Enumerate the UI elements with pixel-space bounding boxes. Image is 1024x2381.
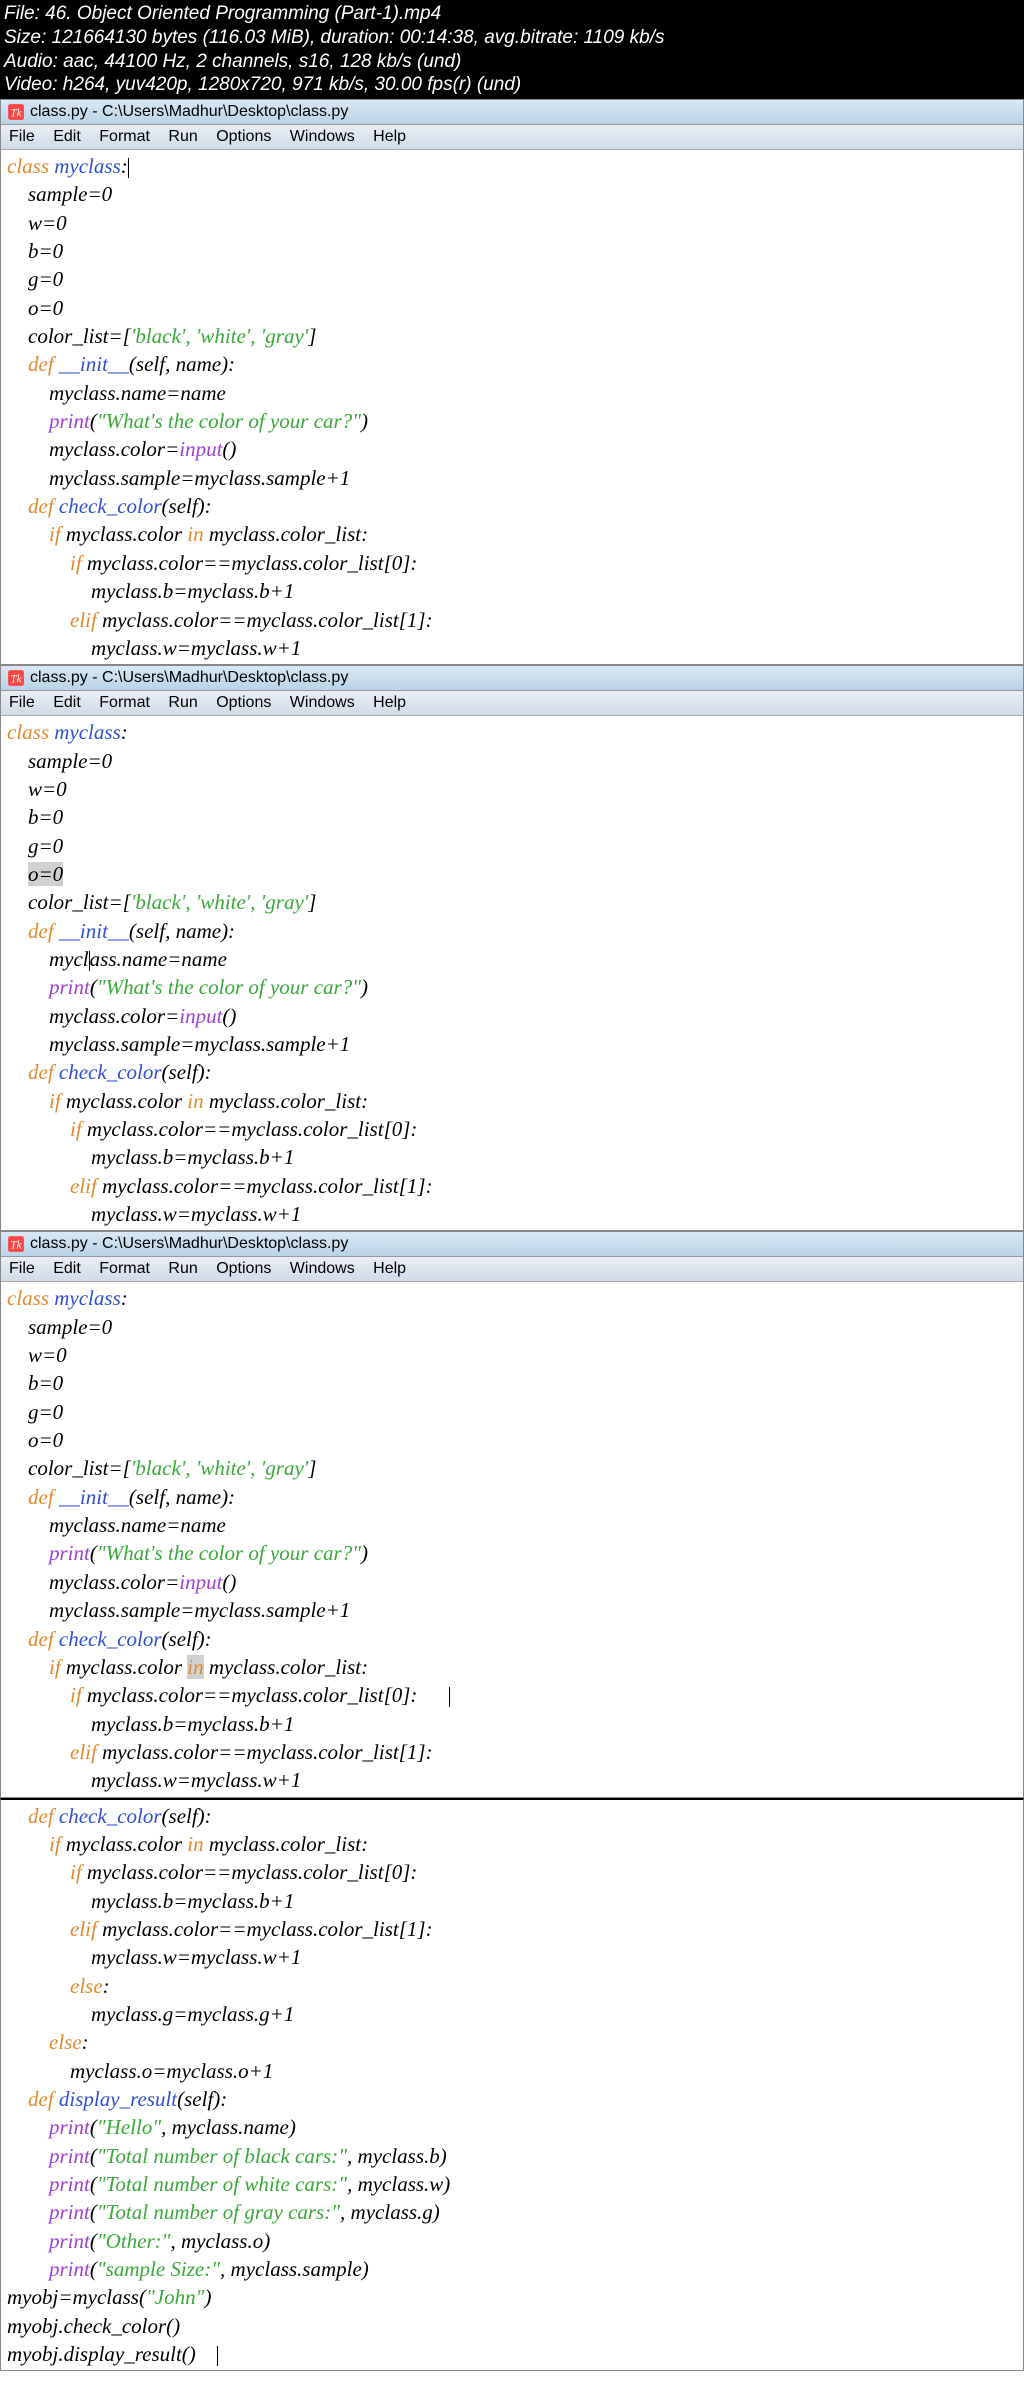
menu-bar[interactable]: File Edit Format Run Options Windows Hel… [1,1257,1023,1282]
menu-run[interactable]: Run [168,1260,197,1277]
menu-edit[interactable]: Edit [53,694,81,711]
menu-options[interactable]: Options [216,1260,271,1277]
svg-text:Tk: Tk [10,1240,22,1252]
text-cursor [449,1687,450,1707]
info-line-audio: Audio: aac, 44100 Hz, 2 channels, s16, 1… [4,50,1020,74]
menu-bar[interactable]: File Edit Format Run Options Windows Hel… [1,691,1023,716]
menu-options[interactable]: Options [216,128,271,145]
svg-text:Tk: Tk [10,674,22,686]
menu-help[interactable]: Help [373,128,406,145]
menu-help[interactable]: Help [373,1260,406,1277]
python-idle-icon: Tk [7,669,25,687]
menu-file[interactable]: File [9,1260,35,1277]
svg-text:Tk: Tk [10,108,22,120]
title-bar[interactable]: Tk class.py - C:\Users\Madhur\Desktop\cl… [1,100,1023,125]
window-title: class.py - C:\Users\Madhur\Desktop\class… [30,669,348,687]
menu-edit[interactable]: Edit [53,1260,81,1277]
menu-windows[interactable]: Windows [290,128,355,145]
python-idle-icon: Tk [7,103,25,121]
menu-windows[interactable]: Windows [290,1260,355,1277]
code-editor-4[interactable]: def check_color(self): if myclass.color … [1,1800,1023,2371]
idle-window-2: Tk class.py - C:\Users\Madhur\Desktop\cl… [0,665,1024,1231]
menu-file[interactable]: File [9,694,35,711]
idle-window-3: Tk class.py - C:\Users\Madhur\Desktop\cl… [0,1231,1024,1797]
python-idle-icon: Tk [7,1235,25,1253]
menu-format[interactable]: Format [99,1260,150,1277]
menu-run[interactable]: Run [168,694,197,711]
menu-options[interactable]: Options [216,694,271,711]
menu-format[interactable]: Format [99,694,150,711]
code-editor-3[interactable]: class myclass: sample=0 w=0 b=0 g=0 o=0 … [1,1282,1023,1796]
selected-text: in [187,1655,203,1679]
code-editor-2[interactable]: class myclass: sample=0 w=0 b=0 g=0 o=0 … [1,716,1023,1230]
menu-format[interactable]: Format [99,128,150,145]
window-title: class.py - C:\Users\Madhur\Desktop\class… [30,103,348,121]
window-title: class.py - C:\Users\Madhur\Desktop\class… [30,1235,348,1253]
idle-window-1: Tk class.py - C:\Users\Madhur\Desktop\cl… [0,99,1024,665]
menu-help[interactable]: Help [373,694,406,711]
menu-run[interactable]: Run [168,128,197,145]
media-info-bar: File: 46. Object Oriented Programming (P… [0,0,1024,99]
selected-text: o=0 [28,862,63,886]
code-editor-1[interactable]: class myclass: sample=0 w=0 b=0 g=0 o=0 … [1,150,1023,664]
info-line-file: File: 46. Object Oriented Programming (P… [4,2,1020,26]
menu-bar[interactable]: File Edit Format Run Options Windows Hel… [1,125,1023,150]
menu-file[interactable]: File [9,128,35,145]
info-line-size: Size: 121664130 bytes (116.03 MiB), dura… [4,26,1020,50]
menu-edit[interactable]: Edit [53,128,81,145]
text-cursor [217,2346,218,2366]
info-line-video: Video: h264, yuv420p, 1280x720, 971 kb/s… [4,73,1020,97]
idle-window-4: def check_color(self): if myclass.color … [0,1798,1024,2372]
title-bar[interactable]: Tk class.py - C:\Users\Madhur\Desktop\cl… [1,666,1023,691]
title-bar[interactable]: Tk class.py - C:\Users\Madhur\Desktop\cl… [1,1232,1023,1257]
menu-windows[interactable]: Windows [290,694,355,711]
text-cursor [128,158,129,178]
